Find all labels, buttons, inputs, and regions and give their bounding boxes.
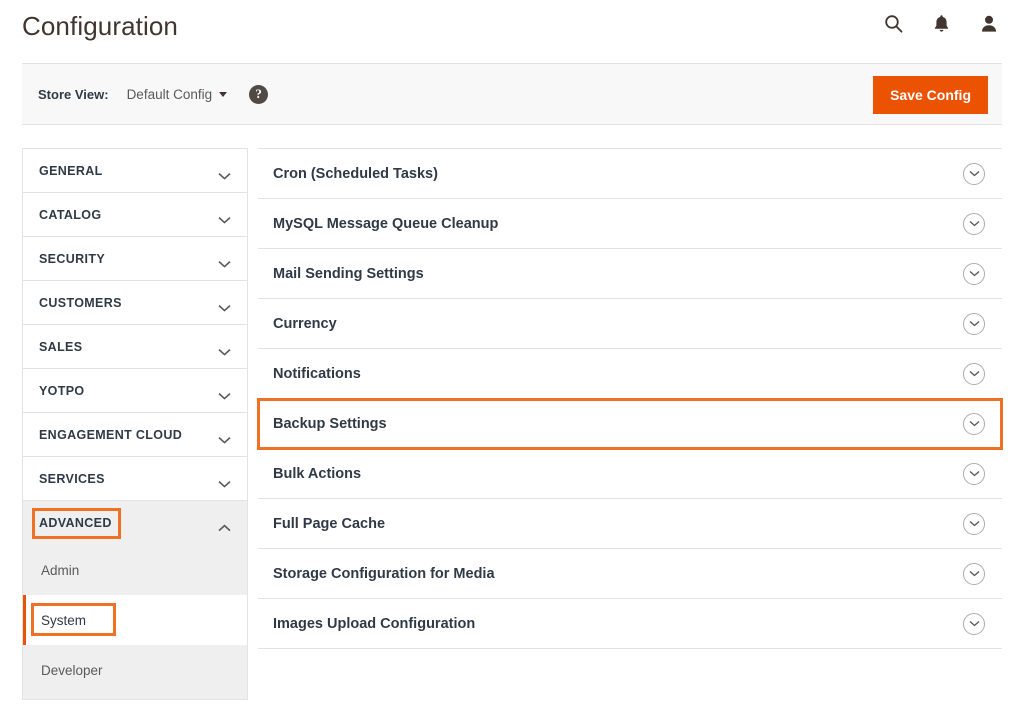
chevron-down-icon[interactable] [963, 512, 985, 535]
notifications-bell-icon[interactable] [928, 10, 954, 36]
store-view-bar: Store View: Default Config ? Save Config [22, 63, 1002, 125]
sidebar-section-label: SALES [39, 339, 83, 354]
chevron-down-icon [219, 92, 228, 98]
sidebar-section-label: GENERAL [39, 163, 103, 178]
config-section-title: Backup Settings [273, 415, 387, 432]
sidebar-section-sales[interactable]: SALES [23, 325, 247, 369]
page-title: Configuration [22, 11, 178, 41]
chevron-down-icon[interactable] [963, 312, 985, 335]
chevron-down-icon[interactable] [963, 262, 985, 285]
sidebar-section-engagement-cloud[interactable]: ENGAGEMENT CLOUD [23, 413, 247, 457]
sidebar-section-advanced[interactable]: ADVANCED [23, 501, 247, 545]
chevron-down-icon[interactable] [963, 362, 985, 385]
sidebar-item-admin[interactable]: Admin [23, 545, 247, 595]
chevron-down-icon [218, 299, 231, 312]
chevron-down-icon[interactable] [963, 612, 985, 635]
config-section-title: MySQL Message Queue Cleanup [273, 215, 499, 232]
sidebar-section-label: SERVICES [39, 471, 105, 486]
config-sections-list: Cron (Scheduled Tasks) MySQL Message Que… [257, 148, 1003, 649]
chevron-down-icon [218, 211, 231, 224]
sidebar-item-label: Admin [41, 562, 80, 578]
config-section-title: Currency [273, 315, 337, 332]
config-sidebar: GENERAL CATALOG SECURITY CUSTOMERS SALES… [22, 148, 248, 700]
chevron-down-icon[interactable] [963, 562, 985, 585]
chevron-down-icon [218, 475, 231, 488]
chevron-down-icon [218, 167, 231, 180]
search-icon[interactable] [880, 10, 906, 36]
chevron-down-icon[interactable] [963, 462, 985, 485]
page-header: Configuration [0, 0, 1024, 58]
config-section-title: Mail Sending Settings [273, 265, 424, 282]
sidebar-section-label: SECURITY [39, 251, 106, 266]
sidebar-section-customers[interactable]: CUSTOMERS [23, 281, 247, 325]
sidebar-section-label: ADVANCED [39, 516, 112, 530]
sidebar-item-system[interactable]: System [23, 595, 247, 645]
sidebar-section-label: YOTPO [39, 383, 85, 398]
config-section-cron[interactable]: Cron (Scheduled Tasks) [258, 149, 1002, 199]
sidebar-section-catalog[interactable]: CATALOG [23, 193, 247, 237]
sidebar-section-label: CATALOG [39, 207, 102, 222]
chevron-down-icon [218, 343, 231, 356]
chevron-down-icon [218, 387, 231, 400]
sidebar-section-label: ENGAGEMENT CLOUD [39, 427, 183, 442]
sidebar-item-label: System [41, 612, 87, 628]
config-section-title: Storage Configuration for Media [273, 565, 495, 582]
store-view-select[interactable]: Default Config [127, 87, 228, 102]
store-view-label: Store View: [38, 86, 109, 102]
sidebar-section-services[interactable]: SERVICES [23, 457, 247, 501]
sidebar-item-label: Developer [41, 662, 103, 678]
config-section-title: Images Upload Configuration [273, 615, 476, 632]
config-section-title: Full Page Cache [273, 515, 386, 532]
config-section-images-upload-configuration[interactable]: Images Upload Configuration [258, 599, 1002, 649]
chevron-down-icon[interactable] [963, 212, 985, 235]
chevron-down-icon[interactable] [963, 412, 985, 435]
config-section-title: Notifications [273, 365, 361, 382]
sidebar-section-security[interactable]: SECURITY [23, 237, 247, 281]
config-section-title: Cron (Scheduled Tasks) [273, 165, 438, 182]
config-section-notifications[interactable]: Notifications [258, 349, 1002, 399]
config-section-backup-settings[interactable]: Backup Settings [257, 398, 1003, 450]
sidebar-section-general[interactable]: GENERAL [23, 149, 247, 193]
sidebar-section-label: CUSTOMERS [39, 295, 122, 310]
config-section-title: Bulk Actions [273, 465, 362, 482]
user-account-icon[interactable] [976, 10, 1002, 36]
chevron-up-icon [218, 519, 231, 532]
store-view-selected-value: Default Config [126, 86, 213, 102]
chevron-down-icon [218, 255, 231, 268]
sidebar-section-yotpo[interactable]: YOTPO [23, 369, 247, 413]
chevron-down-icon [218, 431, 231, 444]
save-config-button[interactable]: Save Config [873, 76, 988, 114]
config-section-storage-configuration-for-media[interactable]: Storage Configuration for Media [258, 549, 1002, 599]
header-icon-group [880, 10, 1002, 36]
config-section-mysql-message-queue-cleanup[interactable]: MySQL Message Queue Cleanup [258, 199, 1002, 249]
help-icon[interactable]: ? [249, 84, 269, 104]
sidebar-item-developer[interactable]: Developer [23, 645, 247, 695]
config-section-currency[interactable]: Currency [258, 299, 1002, 349]
sidebar-submenu-advanced: Admin System Developer [23, 545, 247, 699]
chevron-down-icon[interactable] [963, 162, 985, 185]
config-section-full-page-cache[interactable]: Full Page Cache [258, 499, 1002, 549]
config-section-bulk-actions[interactable]: Bulk Actions [258, 449, 1002, 499]
config-section-mail-sending-settings[interactable]: Mail Sending Settings [258, 249, 1002, 299]
